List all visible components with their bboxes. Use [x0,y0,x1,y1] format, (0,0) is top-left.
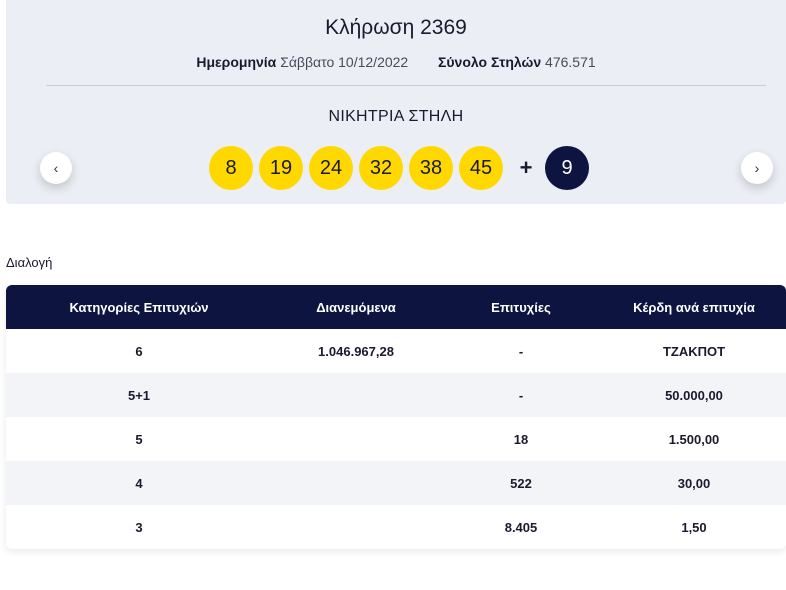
cell-winners: - [518,343,524,359]
cell-category: 5+1 [127,387,151,403]
header-prize-per-winner: Κέρδη ανά επιτυχία [633,299,755,315]
previous-draw-button[interactable]: ‹ [40,152,72,184]
cell-distributed: 1.046.967,28 [318,343,394,359]
cell-winners: 8.405 [504,519,538,535]
columns-value: 476.571 [545,54,596,70]
winning-column-label: ΝΙΚΗΤΡΙΑ ΣΤΗΛΗ [328,108,464,125]
date-label: Ημερομηνία [196,54,277,70]
header-distributed: Διανεμόμενα [316,299,396,315]
cell-prize: 30,00 [677,475,711,491]
table-header: Κατηγορίες Επιτυχιών Διανεμόμενα Επιτυχί… [6,285,786,329]
date-value: Σάββατο 10/12/2022 [280,54,409,70]
cell-prize: 50.000,00 [665,387,723,403]
joker-ball: 9 [545,146,589,190]
number-ball: 32 [359,146,403,190]
header-winners: Επιτυχίες [491,299,551,315]
table-row: 6 1.046.967,28 - ΤΖΑΚΠΟΤ [6,329,786,373]
section-label: Διαλογή [6,255,53,270]
divider [46,85,766,86]
winning-numbers: 8 19 24 32 38 45 + 9 [209,146,589,190]
columns-label: Σύνολο Στηλών [438,54,542,70]
cell-winners: 522 [510,475,532,491]
header-categories: Κατηγορίες Επιτυχιών [69,299,209,315]
cell-category: 6 [135,343,143,359]
cell-winners: 18 [513,431,529,447]
cell-prize: 1.500,00 [668,431,720,447]
number-ball: 8 [209,146,253,190]
chevron-left-icon: ‹ [53,160,59,176]
plus-sign: + [519,155,533,180]
cell-category: 3 [135,519,143,535]
number-ball: 24 [309,146,353,190]
cell-prize: ΤΖΑΚΠΟΤ [662,343,726,359]
cell-winners: - [518,387,524,403]
table-row: 5+1 - 50.000,00 [6,373,786,417]
table-row: 3 8.405 1,50 [6,505,786,549]
table-row: 4 522 30,00 [6,461,786,505]
table-row: 5 18 1.500,00 [6,417,786,461]
prize-table: Κατηγορίες Επιτυχιών Διανεμόμενα Επιτυχί… [6,285,786,549]
number-ball: 19 [259,146,303,190]
next-draw-button[interactable]: › [741,152,773,184]
cell-category: 4 [135,475,143,491]
draw-title: Κλήρωση 2369 [325,16,467,39]
cell-category: 5 [135,431,143,447]
draw-meta: Ημερομηνία Σάββατο 10/12/2022 Σύνολο Στη… [6,54,786,70]
number-ball: 38 [409,146,453,190]
number-ball: 45 [459,146,503,190]
cell-prize: 1,50 [681,519,707,535]
chevron-right-icon: › [754,160,760,176]
